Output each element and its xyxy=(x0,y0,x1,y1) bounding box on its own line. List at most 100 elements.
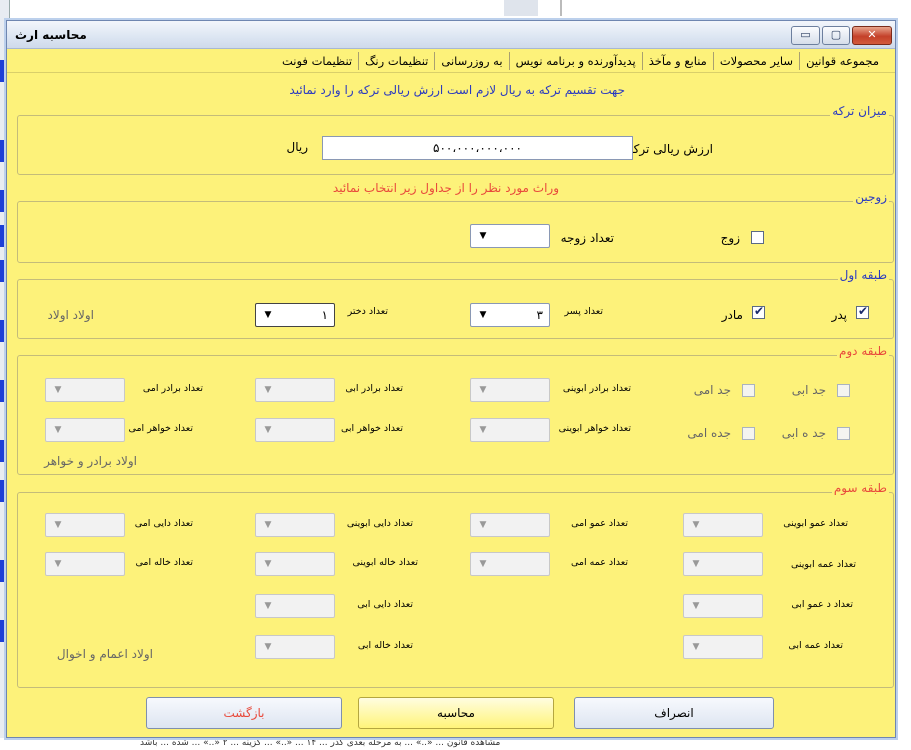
paternal-maternal-uncles-label: تعداد دایی ابی xyxy=(357,599,413,610)
paternal-sisters-label: تعداد خواهر ابی xyxy=(341,423,403,434)
first-class-group: طبقه اول پدر مادر تعداد پسر ▼ ۳ تعداد دخ… xyxy=(17,267,894,339)
estate-value-input[interactable]: ۵۰۰،۰۰۰،۰۰۰،۰۰۰ xyxy=(322,136,633,160)
maternal-maternal-aunts-dropdown[interactable]: ▼ xyxy=(45,552,125,576)
chevron-down-icon: ▼ xyxy=(264,601,272,611)
estate-value-label: ارزش ریالی ترکه xyxy=(627,142,713,156)
tab-law-collection[interactable]: مجموعه قوانین xyxy=(799,52,885,70)
chevron-down-icon: ▼ xyxy=(54,520,62,530)
maternal-brothers-dropdown[interactable]: ▼ xyxy=(45,378,125,402)
full-maternal-uncles-label: تعداد دایی ابوینی xyxy=(346,518,413,529)
chevron-down-icon: ▼ xyxy=(264,385,272,395)
chevron-down-icon: ▼ xyxy=(479,231,487,241)
chevron-down-icon: ▼ xyxy=(479,559,487,569)
paternal-grandmother-checkbox[interactable] xyxy=(837,427,850,440)
maternal-grandmother-checkbox[interactable] xyxy=(742,427,755,440)
full-brothers-dropdown[interactable]: ▼ xyxy=(470,378,550,402)
daughters-count-dropdown[interactable]: ▼ ۱ xyxy=(255,303,335,327)
wives-count-dropdown[interactable]: ▼ xyxy=(470,224,550,248)
second-class-title: طبقه دوم xyxy=(836,343,889,359)
paternal-grandfather-label: جد ابی xyxy=(791,383,826,397)
husband-label: زوج xyxy=(720,231,740,245)
title-bar: محاسبه ارث ▭ ▢ ✕ xyxy=(7,21,895,49)
chevron-down-icon: ▼ xyxy=(479,385,487,395)
maternal-brothers-label: تعداد برادر امی xyxy=(142,383,203,394)
chevron-down-icon: ▼ xyxy=(692,601,700,611)
estate-unit-label: ریال xyxy=(286,140,308,154)
full-paternal-uncles-label: تعداد عمو ابوینی xyxy=(783,518,848,529)
close-button[interactable]: ✕ xyxy=(852,26,892,45)
father-label: پدر xyxy=(831,308,847,322)
sons-count-dropdown[interactable]: ▼ ۳ xyxy=(470,303,550,327)
estate-group: میزان ترکه ارزش ریالی ترکه ۵۰۰،۰۰۰،۰۰۰،۰… xyxy=(17,103,894,175)
maternal-maternal-uncles-dropdown[interactable]: ▼ xyxy=(45,513,125,537)
maternal-paternal-uncles-label: تعداد عمو امی xyxy=(571,518,628,529)
back-button[interactable]: بازگشت xyxy=(146,697,342,729)
chevron-down-icon: ▼ xyxy=(692,642,700,652)
chevron-down-icon: ▼ xyxy=(479,310,487,320)
heirs-notice: وراث مورد نظر را از جداول زیر انتخاب نما… xyxy=(332,181,559,195)
full-paternal-uncles-dropdown[interactable]: ▼ xyxy=(683,513,763,537)
maternal-paternal-uncles-dropdown[interactable]: ▼ xyxy=(470,513,550,537)
grandchildren-label: اولاد اولاد xyxy=(47,308,94,322)
tab-other-products[interactable]: سایر محصولات xyxy=(712,52,799,70)
chevron-down-icon: ▼ xyxy=(54,425,62,435)
mother-label: مادر xyxy=(721,308,743,322)
maternal-paternal-aunts-dropdown[interactable]: ▼ xyxy=(470,552,550,576)
uncles-children-label: اولاد اعمام و اخوال xyxy=(56,647,153,661)
chevron-down-icon: ▼ xyxy=(479,425,487,435)
maternal-maternal-aunts-label: تعداد خاله امی xyxy=(135,557,193,568)
chevron-down-icon: ▼ xyxy=(264,642,272,652)
daughters-count-label: تعداد دختر xyxy=(347,306,388,317)
cancel-button[interactable]: انصراف xyxy=(574,697,774,729)
minimize-button[interactable]: ▭ xyxy=(791,26,820,45)
calculate-button[interactable]: محاسبه xyxy=(358,697,554,729)
full-sisters-dropdown[interactable]: ▼ xyxy=(470,418,550,442)
full-maternal-aunts-label: تعداد خاله ابوینی xyxy=(352,557,419,568)
paternal-half-uncles-dropdown[interactable]: ▼ xyxy=(683,594,763,618)
paternal-brothers-dropdown[interactable]: ▼ xyxy=(255,378,335,402)
tab-author[interactable]: پدیدآورنده و برنامه نویس xyxy=(508,52,642,70)
chevron-down-icon: ▼ xyxy=(692,559,700,569)
full-maternal-uncles-dropdown[interactable]: ▼ xyxy=(255,513,335,537)
maximize-button[interactable]: ▢ xyxy=(822,26,850,45)
maternal-grandmother-label: جده امی xyxy=(687,426,731,440)
father-checkbox[interactable] xyxy=(856,304,869,319)
tab-font-settings[interactable]: تنظیمات فونت xyxy=(276,52,358,70)
paternal-brothers-label: تعداد برادر ابی xyxy=(345,383,403,394)
estate-notice: جهت تقسیم ترکه به ریال لازم است ارزش ریا… xyxy=(289,83,625,97)
maternal-paternal-aunts-label: تعداد عمه امی xyxy=(570,557,628,568)
paternal-grandfather-checkbox[interactable] xyxy=(837,384,850,397)
spouse-group: زوجین زوج تعداد زوجه ▼ xyxy=(17,189,894,263)
full-paternal-aunts-dropdown[interactable]: ▼ xyxy=(683,552,763,576)
first-class-title: طبقه اول xyxy=(837,267,889,283)
background-app-right xyxy=(897,0,911,750)
full-brothers-label: تعداد برادر ابوینی xyxy=(562,383,631,394)
background-status-text: مشاهده قانون ... «..» ... به مرحله بعدی … xyxy=(0,738,911,750)
mother-checkbox[interactable] xyxy=(752,304,765,319)
background-app-top xyxy=(0,0,911,18)
tab-color-settings[interactable]: تنظیمات رنگ xyxy=(358,52,434,70)
tab-bar: مجموعه قوانین سایر محصولات منابع و مآخذ … xyxy=(276,51,885,71)
wives-count-label: تعداد زوجه xyxy=(560,231,614,245)
estate-group-title: میزان ترکه xyxy=(830,103,889,119)
maternal-grandfather-checkbox[interactable] xyxy=(742,384,755,397)
spouse-group-title: زوجین xyxy=(853,189,889,205)
paternal-half-aunts-dropdown[interactable]: ▼ xyxy=(683,635,763,659)
tab-update[interactable]: به روزرسانی xyxy=(434,52,508,70)
paternal-sisters-dropdown[interactable]: ▼ xyxy=(255,418,335,442)
window-title: محاسبه ارث xyxy=(15,28,87,42)
tab-references[interactable]: منابع و مآخذ xyxy=(641,52,713,70)
full-maternal-aunts-dropdown[interactable]: ▼ xyxy=(255,552,335,576)
maternal-grandfather-label: جد امی xyxy=(693,383,731,397)
chevron-down-icon: ▼ xyxy=(54,559,62,569)
maternal-sisters-dropdown[interactable]: ▼ xyxy=(45,418,125,442)
chevron-down-icon: ▼ xyxy=(479,520,487,530)
paternal-maternal-uncles-dropdown[interactable]: ▼ xyxy=(255,594,335,618)
chevron-down-icon: ▼ xyxy=(692,520,700,530)
sons-count-label: تعداد پسر xyxy=(564,306,603,317)
husband-checkbox[interactable] xyxy=(751,231,764,244)
third-class-title: طبقه سوم xyxy=(831,480,889,496)
chevron-down-icon: ▼ xyxy=(54,385,62,395)
paternal-maternal-aunts-label: تعداد خاله ابی xyxy=(357,640,413,651)
paternal-maternal-aunts-dropdown[interactable]: ▼ xyxy=(255,635,335,659)
